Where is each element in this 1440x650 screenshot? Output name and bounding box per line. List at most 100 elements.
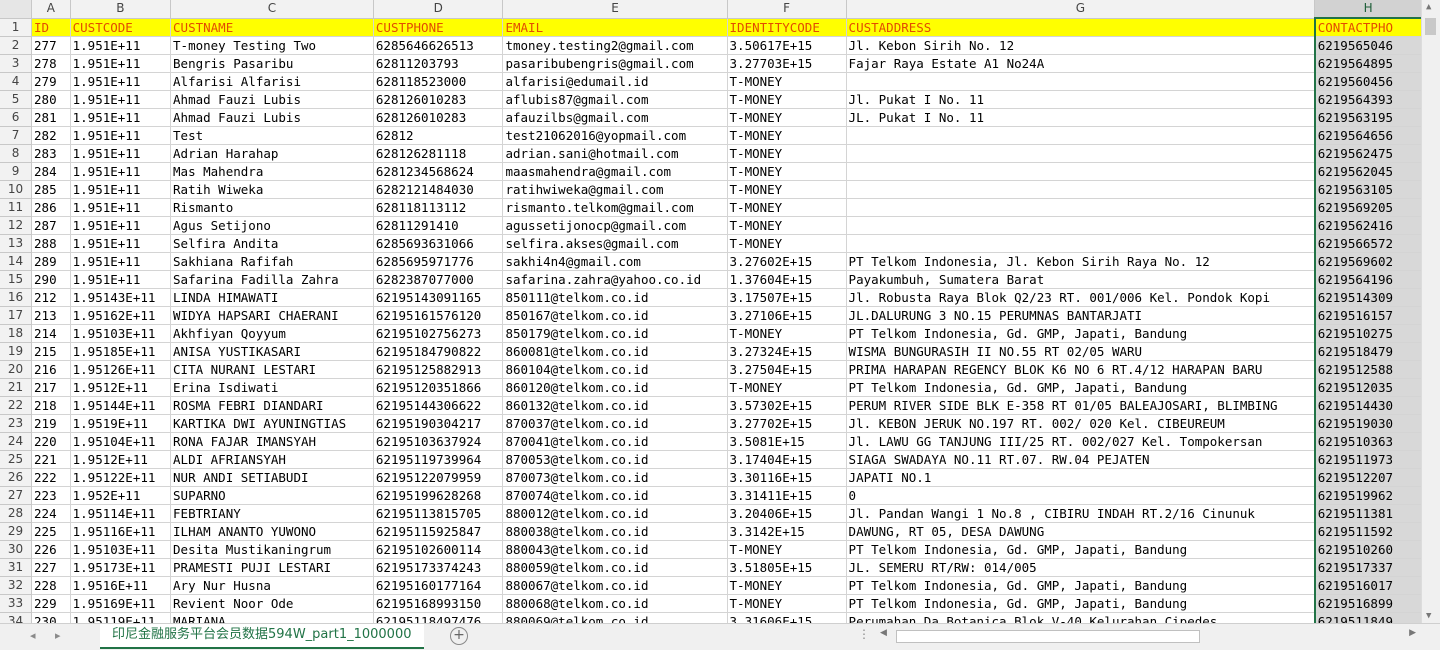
column-header-c[interactable]: C (170, 0, 374, 19)
data-cell[interactable]: 3.20406E+15 (727, 504, 847, 523)
data-cell[interactable]: 1.95103E+11 (70, 324, 172, 343)
data-cell[interactable]: 6219569205 (1313, 198, 1422, 217)
header-cell[interactable]: EMAIL (502, 18, 728, 37)
data-cell[interactable]: 6219511973 (1313, 450, 1422, 469)
data-cell[interactable]: 1.95119E+11 (70, 612, 172, 623)
data-cell[interactable]: 860120@telkom.co.id (502, 378, 728, 397)
data-cell[interactable]: afauzilbs@gmail.com (502, 108, 728, 127)
row-number[interactable]: 33 (0, 594, 33, 613)
row-number[interactable]: 5 (0, 90, 33, 109)
data-cell[interactable]: 628118523000 (373, 72, 504, 91)
horizontal-scrollbar[interactable]: ◀ ▶ (878, 628, 1418, 643)
column-header-e[interactable]: E (502, 0, 728, 19)
data-cell[interactable]: 3.27602E+15 (727, 252, 847, 271)
data-cell[interactable]: 220 (31, 432, 71, 451)
data-cell[interactable]: PT Telkom Indonesia, Gd. GMP, Japati, Ba… (846, 540, 1316, 559)
data-cell[interactable]: 1.951E+11 (70, 54, 172, 73)
last-sheet-icon[interactable]: ▸ (55, 629, 61, 642)
data-cell[interactable]: JL. Pukat I No. 11 (846, 108, 1316, 127)
data-cell[interactable]: 1.95126E+11 (70, 360, 172, 379)
column-header-a[interactable]: A (31, 0, 71, 19)
data-cell[interactable]: 225 (31, 522, 71, 541)
data-cell[interactable]: Jl. Pukat I No. 11 (846, 90, 1316, 109)
data-cell[interactable]: 227 (31, 558, 71, 577)
data-cell[interactable]: 1.951E+11 (70, 198, 172, 217)
vertical-scroll-thumb[interactable] (1425, 18, 1436, 35)
data-cell[interactable]: 286 (31, 198, 71, 217)
data-cell[interactable]: 880043@telkom.co.id (502, 540, 728, 559)
data-cell[interactable]: 1.95122E+11 (70, 468, 172, 487)
data-cell[interactable]: 1.951E+11 (70, 216, 172, 235)
row-number[interactable]: 2 (0, 36, 33, 55)
data-cell[interactable]: T-MONEY (727, 540, 847, 559)
data-cell[interactable]: 628126010283 (373, 108, 504, 127)
scroll-down-icon[interactable]: ▼ (1426, 611, 1431, 621)
data-cell[interactable]: SUPARNO (170, 486, 374, 505)
data-cell[interactable]: test21062016@yopmail.com (502, 126, 728, 145)
scroll-right-icon[interactable]: ▶ (1409, 628, 1416, 638)
data-cell[interactable]: 1.951E+11 (70, 90, 172, 109)
data-cell[interactable]: 6219565046 (1313, 36, 1422, 55)
data-cell[interactable]: Jl. Kebon Sirih No. 12 (846, 36, 1316, 55)
data-cell[interactable]: PT Telkom Indonesia, Jl. Kebon Sirih Ray… (846, 252, 1316, 271)
data-cell[interactable]: 1.95169E+11 (70, 594, 172, 613)
data-cell[interactable]: safarina.zahra@yahoo.co.id (502, 270, 728, 289)
column-header-h[interactable]: H (1314, 0, 1422, 19)
data-cell[interactable]: 6219564393 (1313, 90, 1422, 109)
data-cell[interactable]: 216 (31, 360, 71, 379)
data-cell[interactable]: 282 (31, 126, 71, 145)
data-cell[interactable] (846, 216, 1316, 235)
data-cell[interactable]: 6219564196 (1313, 270, 1422, 289)
data-cell[interactable]: 1.95103E+11 (70, 540, 172, 559)
column-header-b[interactable]: B (70, 0, 172, 19)
data-cell[interactable]: 1.95114E+11 (70, 504, 172, 523)
data-cell[interactable]: 6219564895 (1313, 54, 1422, 73)
data-cell[interactable]: 62195190304217 (373, 414, 504, 433)
data-cell[interactable]: T-MONEY (727, 378, 847, 397)
data-cell[interactable]: ratihwiweka@gmail.com (502, 180, 728, 199)
data-cell[interactable]: ANISA YUSTIKASARI (170, 342, 374, 361)
data-cell[interactable]: DAWUNG, RT 05, DESA DAWUNG (846, 522, 1316, 541)
data-cell[interactable]: 870073@telkom.co.id (502, 468, 728, 487)
row-number[interactable]: 7 (0, 126, 33, 145)
data-cell[interactable]: 1.9512E+11 (70, 450, 172, 469)
data-cell[interactable]: 6219517337 (1313, 558, 1422, 577)
row-number[interactable]: 9 (0, 162, 33, 181)
data-cell[interactable]: 62195102756273 (373, 324, 504, 343)
data-cell[interactable]: Alfarisi Alfarisi (170, 72, 374, 91)
data-cell[interactable]: 1.9512E+11 (70, 378, 172, 397)
header-cell[interactable]: CUSTCODE (70, 18, 172, 37)
data-cell[interactable]: 860081@telkom.co.id (502, 342, 728, 361)
data-cell[interactable]: 628126281118 (373, 144, 504, 163)
data-cell[interactable]: Ahmad Fauzi Lubis (170, 108, 374, 127)
data-cell[interactable]: T-MONEY (727, 324, 847, 343)
data-cell[interactable]: 3.17507E+15 (727, 288, 847, 307)
data-cell[interactable]: 1.951E+11 (70, 144, 172, 163)
row-number[interactable]: 3 (0, 54, 33, 73)
row-number[interactable]: 30 (0, 540, 33, 559)
header-cell[interactable]: ID (31, 18, 71, 37)
data-cell[interactable]: 62812 (373, 126, 504, 145)
data-cell[interactable]: 880067@telkom.co.id (502, 576, 728, 595)
data-cell[interactable]: 6219516157 (1313, 306, 1422, 325)
data-cell[interactable]: 6219563195 (1313, 108, 1422, 127)
data-cell[interactable]: 6219516017 (1313, 576, 1422, 595)
data-cell[interactable]: 62195103637924 (373, 432, 504, 451)
data-cell[interactable]: ALDI AFRIANSYAH (170, 450, 374, 469)
data-cell[interactable]: 6219562416 (1313, 216, 1422, 235)
data-cell[interactable]: T-money Testing Two (170, 36, 374, 55)
data-cell[interactable]: Bengris Pasaribu (170, 54, 374, 73)
sheet-tab-active[interactable]: 印尼金融服务平台会员数据594W_part1_1000000 (100, 624, 424, 649)
data-cell[interactable]: 62195113815705 (373, 504, 504, 523)
data-cell[interactable]: 284 (31, 162, 71, 181)
data-cell[interactable]: T-MONEY (727, 576, 847, 595)
data-cell[interactable]: sakhi4n4@gmail.com (502, 252, 728, 271)
data-cell[interactable]: 214 (31, 324, 71, 343)
data-cell[interactable]: KARTIKA DWI AYUNINGTIAS (170, 414, 374, 433)
data-cell[interactable]: 6285695971776 (373, 252, 504, 271)
data-cell[interactable]: 280 (31, 90, 71, 109)
data-cell[interactable]: Jl. LAWU GG TANJUNG III/25 RT. 002/027 K… (846, 432, 1316, 451)
data-cell[interactable]: NUR ANDI SETIABUDI (170, 468, 374, 487)
data-cell[interactable]: 1.95116E+11 (70, 522, 172, 541)
data-cell[interactable]: 6219562045 (1313, 162, 1422, 181)
